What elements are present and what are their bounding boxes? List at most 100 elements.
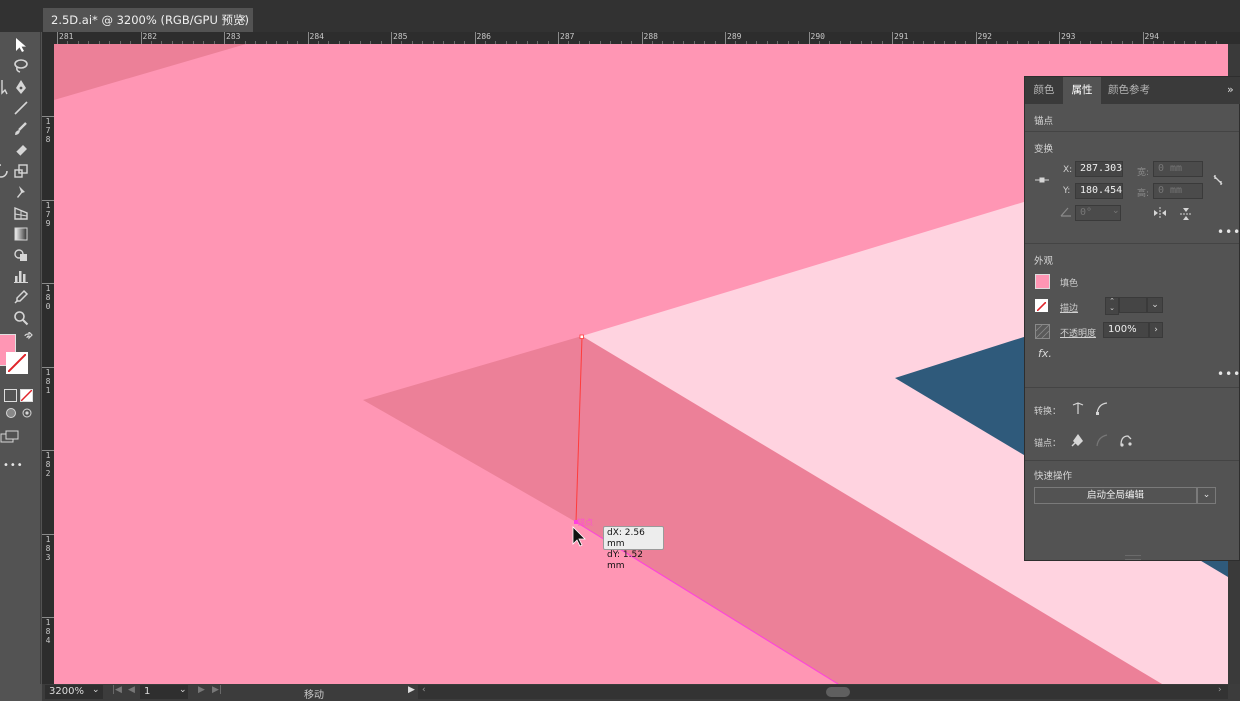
collapse-panel-icon[interactable]: »	[1227, 83, 1234, 96]
tab-properties[interactable]: 属性	[1063, 77, 1101, 104]
lasso-tool-icon[interactable]	[12, 58, 30, 76]
document-tab-title: 2.5D.ai* @ 3200% (RGB/GPU 预览)	[51, 13, 250, 27]
constrain-proportions-icon[interactable]	[1211, 173, 1225, 187]
color-mode-icon[interactable]	[4, 389, 17, 402]
screen-mode-icon[interactable]	[0, 430, 19, 448]
x-position-value: 287.303	[1080, 163, 1123, 174]
eraser-tool-icon[interactable]	[12, 142, 30, 160]
ruler-major-tick	[1059, 32, 1060, 44]
flip-horizontal-icon[interactable]	[1153, 207, 1167, 221]
horizontal-scroll-thumb[interactable]	[826, 687, 850, 697]
vertical-ruler[interactable]: 178179180181182183184	[42, 44, 54, 684]
opacity-field[interactable]: 100%	[1103, 322, 1149, 338]
height-field[interactable]: 0 mm	[1153, 183, 1203, 199]
ruler-label: 4	[45, 636, 51, 645]
ruler-major-tick	[892, 32, 893, 44]
next-artboard-icon[interactable]: ▶	[198, 685, 205, 695]
x-position-field[interactable]: 287.303	[1075, 161, 1123, 177]
stroke-weight-stepper[interactable]: ⌃ ⌄	[1105, 297, 1119, 315]
first-artboard-icon[interactable]: |◀	[112, 685, 122, 695]
width-value: 0 mm	[1158, 163, 1183, 174]
ruler-origin[interactable]	[42, 32, 54, 44]
ruler-label: 284	[309, 32, 324, 41]
y-position-field[interactable]: 180.454	[1075, 183, 1123, 199]
perspective-grid-tool-icon[interactable]	[12, 205, 30, 223]
ruler-major-tick	[474, 32, 476, 44]
artboard-dropdown-icon[interactable]: ⌄	[179, 685, 187, 695]
stroke-color-swatch[interactable]	[1035, 299, 1048, 312]
eyedropper-tool-icon[interactable]	[12, 289, 30, 307]
previous-artboard-icon[interactable]: ◀	[128, 685, 135, 695]
stroke-swatch[interactable]	[6, 352, 28, 374]
ruler-label: 293	[1061, 32, 1076, 41]
start-global-edit-button[interactable]: 启动全局编辑	[1034, 487, 1197, 504]
status-menu-icon[interactable]: ▶	[408, 685, 415, 695]
ruler-label: 286	[476, 32, 491, 41]
zoom-tool-icon[interactable]	[12, 310, 30, 328]
angle-dropdown-icon[interactable]: ⌄	[1112, 206, 1120, 216]
document-tab-bar: 2.5D.ai* @ 3200% (RGB/GPU 预览) ×	[0, 8, 1240, 32]
anchor-points-label: 锚点：	[1034, 439, 1062, 449]
gradient-tool-icon[interactable]	[12, 226, 30, 244]
selection-tool-icon[interactable]	[12, 37, 30, 55]
rotate-tool-icon[interactable]	[0, 163, 10, 181]
global-edit-dropdown-icon[interactable]: ⌄	[1197, 487, 1216, 504]
panel-tab-bar: 颜色 属性 颜色参考 »	[1025, 77, 1240, 104]
last-artboard-icon[interactable]: ▶|	[212, 685, 222, 695]
ruler-label: 282	[142, 32, 157, 41]
opacity-dropdown-icon[interactable]: ›	[1149, 322, 1163, 338]
ruler-label: 1	[45, 200, 51, 210]
connect-anchors-icon[interactable]	[1119, 433, 1133, 447]
direct-selection-tool-icon[interactable]	[0, 79, 10, 97]
pin-tool-icon[interactable]	[12, 184, 30, 202]
fill-label: 填色	[1060, 279, 1079, 289]
horizontal-ruler[interactable]: 281 282 283 284 285 286 287 288 289 290 291 292 293 2…	[54, 32, 1228, 44]
panel-resize-grip[interactable]	[1125, 555, 1141, 560]
remove-anchor-point-icon[interactable]	[1071, 433, 1085, 447]
height-value: 0 mm	[1158, 185, 1183, 196]
line-tool-icon[interactable]	[12, 100, 30, 118]
column-graph-tool-icon[interactable]	[12, 268, 30, 286]
opacity-value: 100%	[1108, 324, 1137, 335]
document-tab[interactable]: 2.5D.ai* @ 3200% (RGB/GPU 预览) ×	[43, 8, 253, 32]
scale-tool-icon[interactable]	[12, 163, 30, 181]
artboard-number: 1	[144, 686, 151, 697]
stroke-weight-field[interactable]	[1119, 297, 1147, 313]
effects-fx-button[interactable]: fx.	[1038, 347, 1052, 360]
ruler-major-tick	[307, 32, 309, 44]
ruler-label: 1	[45, 534, 51, 544]
convert-to-smooth-icon[interactable]	[1095, 401, 1109, 415]
swap-fill-stroke-icon[interactable]	[20, 330, 38, 350]
dark-pink-sliver-shape[interactable]	[54, 44, 246, 100]
close-tab-icon[interactable]: ×	[238, 12, 247, 25]
horizontal-scrollbar[interactable]: ‹ ›	[418, 685, 1228, 699]
pen-tool-icon[interactable]	[12, 79, 30, 97]
convert-label: 转换：	[1034, 407, 1062, 417]
fill-color-swatch[interactable]	[1035, 274, 1050, 289]
convert-to-corner-icon[interactable]	[1071, 401, 1085, 415]
stroke-label[interactable]: 描边	[1060, 301, 1078, 314]
flip-vertical-icon[interactable]	[1179, 207, 1193, 221]
stroke-weight-dropdown-icon[interactable]: ⌄	[1147, 297, 1163, 313]
scroll-left-icon[interactable]: ‹	[422, 685, 426, 695]
opacity-icon[interactable]	[1035, 324, 1050, 339]
appearance-more-options-icon[interactable]: •••	[1217, 367, 1240, 381]
opacity-label[interactable]: 不透明度	[1060, 326, 1096, 339]
transform-more-options-icon[interactable]: •••	[1217, 225, 1240, 239]
edit-toolbar-icon[interactable]: •••	[3, 460, 24, 471]
shape-builder-tool-icon[interactable]	[12, 247, 30, 265]
anchor-point-handle[interactable]	[579, 334, 584, 339]
paintbrush-tool-icon[interactable]	[12, 121, 30, 139]
none-mode-icon[interactable]	[20, 389, 33, 402]
appearance-section-title: 外观	[1034, 256, 1054, 267]
tab-color-guide[interactable]: 颜色参考	[1101, 77, 1157, 104]
ruler-label: 285	[393, 32, 408, 41]
panel-divider	[1025, 460, 1239, 461]
width-field[interactable]: 0 mm	[1153, 161, 1203, 177]
zoom-dropdown-icon[interactable]: ⌄	[92, 685, 100, 695]
ruler-label: 8	[45, 376, 51, 386]
tab-color[interactable]: 颜色	[1025, 77, 1063, 104]
scroll-right-icon[interactable]: ›	[1218, 685, 1222, 695]
draw-behind-icon[interactable]	[18, 407, 36, 425]
reference-point-icon[interactable]	[1034, 173, 1049, 187]
